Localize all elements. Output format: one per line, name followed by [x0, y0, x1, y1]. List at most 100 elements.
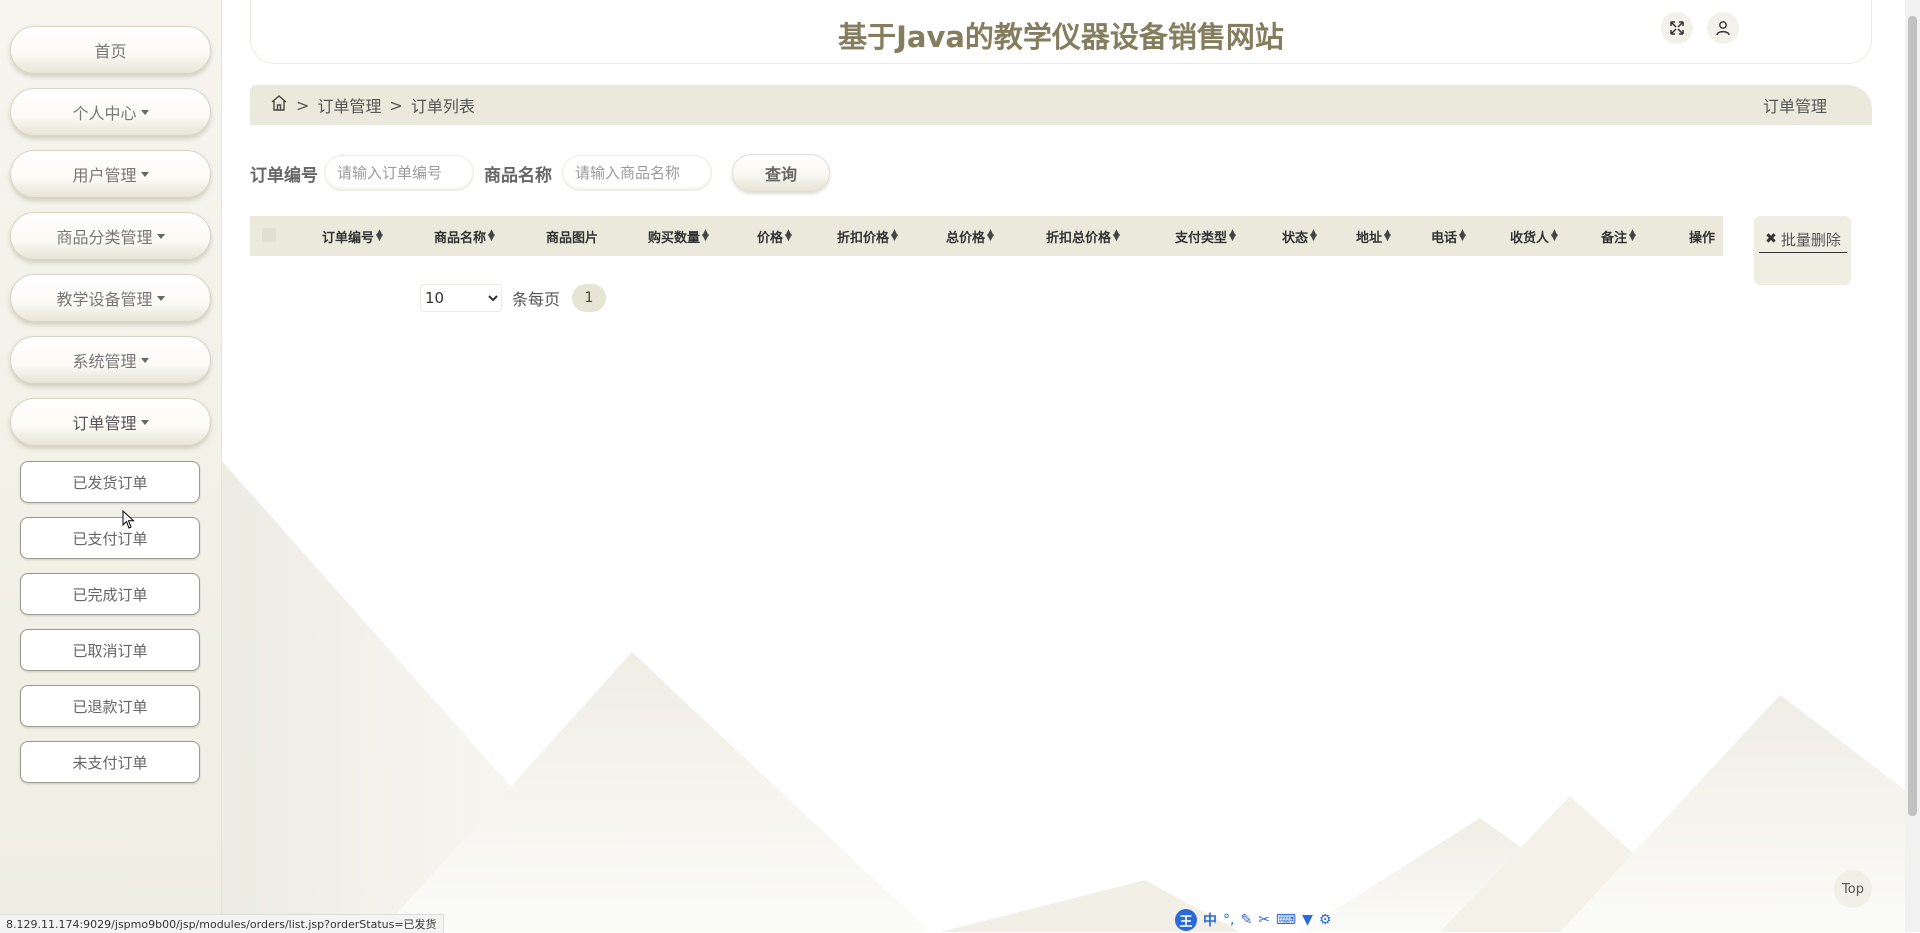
submenu-label: 未支付订单	[72, 753, 148, 772]
column-header-goods-name[interactable]: 商品名称 ▲ ▼	[434, 216, 495, 256]
submenu-label: 已支付订单	[72, 529, 148, 548]
caret-down-icon	[140, 357, 149, 363]
batch-delete-label: 批量删除	[1780, 230, 1841, 249]
sidebar-item-order-management[interactable]: 订单管理	[10, 398, 211, 446]
scrollbar-thumb[interactable]	[1908, 16, 1917, 816]
sort-icon: ▲ ▼	[702, 228, 709, 243]
sort-icon: ▲ ▼	[1384, 228, 1391, 243]
sort-icon: ▲ ▼	[891, 228, 898, 243]
sort-icon: ▲ ▼	[1551, 228, 1558, 243]
sort-icon: ▲ ▼	[1310, 228, 1317, 243]
goods-name-input[interactable]	[562, 155, 712, 191]
sidebar-item-system-management[interactable]: 系统管理	[10, 336, 211, 384]
column-header-discount-total[interactable]: 折扣总价格 ▲ ▼	[1046, 216, 1120, 256]
caret-down-icon	[140, 171, 149, 177]
order-no-input[interactable]	[324, 155, 474, 191]
column-header-address[interactable]: 地址 ▲ ▼	[1356, 216, 1391, 256]
breadcrumb-separator: >	[389, 95, 403, 115]
close-icon: ✖	[1765, 231, 1777, 247]
submenu-label: 已完成订单	[72, 585, 148, 604]
sidebar-item-user-management[interactable]: 用户管理	[10, 150, 211, 198]
select-all-checkbox[interactable]	[262, 228, 276, 242]
search-form: 订单编号 商品名称 查询	[250, 153, 830, 193]
column-header-goods-image: 商品图片	[546, 230, 599, 246]
sort-icon: ▲ ▼	[1229, 228, 1236, 243]
column-header-price[interactable]: 价格 ▲ ▼	[757, 216, 792, 256]
back-to-top-button[interactable]: Top	[1834, 870, 1872, 908]
page-size-select[interactable]: 10	[420, 284, 502, 312]
breadcrumb-order-management[interactable]: 订单管理	[317, 93, 381, 117]
caret-down-icon	[140, 109, 149, 115]
submenu-cancelled-orders[interactable]: 已取消订单	[20, 629, 200, 671]
sidebar-item-label: 用户管理	[72, 166, 137, 185]
submenu-refunded-orders[interactable]: 已退款订单	[20, 685, 200, 727]
page-number-button[interactable]: 1	[572, 284, 607, 312]
column-header-payment-type[interactable]: 支付类型 ▲ ▼	[1175, 216, 1236, 256]
pen-icon[interactable]: ✎	[1240, 912, 1252, 928]
gear-icon[interactable]: ⚙	[1319, 912, 1332, 928]
sidebar-item-category-management[interactable]: 商品分类管理	[10, 212, 211, 260]
sidebar-item-label: 系统管理	[72, 352, 137, 371]
sidebar-item-label: 个人中心	[72, 104, 137, 123]
column-header-total-price[interactable]: 总价格 ▲ ▼	[946, 216, 994, 256]
background-mountains	[221, 460, 1905, 932]
ime-mode[interactable]: 中	[1203, 910, 1217, 930]
submenu-paid-orders[interactable]: 已支付订单	[20, 517, 200, 559]
per-page-label: 条每页	[512, 290, 561, 309]
sort-icon: ▲ ▼	[1459, 228, 1466, 243]
ime-logo-icon[interactable]: 王	[1175, 909, 1197, 931]
sidebar-item-label: 首页	[94, 42, 127, 61]
status-bar-url: 8.129.11.174:9029/jspmo9b00/jsp/modules/…	[0, 914, 444, 933]
column-header-phone[interactable]: 电话 ▲ ▼	[1431, 216, 1466, 256]
user-icon[interactable]	[1707, 12, 1739, 44]
fullscreen-icon[interactable]	[1661, 12, 1693, 44]
top-header: 基于Java的教学仪器设备销售网站	[250, 0, 1872, 64]
home-icon[interactable]	[270, 94, 288, 116]
sort-icon: ▲ ▼	[987, 228, 994, 243]
column-header-remark[interactable]: 备注 ▲ ▼	[1601, 216, 1636, 256]
column-header-order-no[interactable]: 订单编号 ▲ ▼	[322, 216, 383, 256]
batch-delete-button[interactable]: ✖ 批量删除	[1754, 216, 1851, 285]
mouse-cursor-icon	[122, 510, 135, 529]
goods-name-label: 商品名称	[484, 165, 552, 186]
sort-icon: ▲ ▼	[376, 228, 383, 243]
keyboard-icon[interactable]: ⌨	[1276, 912, 1296, 928]
scrollbar[interactable]	[1905, 0, 1920, 932]
sidebar-item-label: 商品分类管理	[56, 228, 153, 247]
punctuation-icon[interactable]: °,	[1223, 912, 1234, 928]
sort-icon: ▲ ▼	[488, 228, 495, 243]
scissors-icon[interactable]: ✂	[1258, 912, 1270, 928]
sort-icon: ▲ ▼	[1629, 228, 1636, 243]
sidebar-item-label: 订单管理	[72, 414, 137, 433]
query-button[interactable]: 查询	[732, 154, 830, 192]
column-header-status[interactable]: 状态 ▲ ▼	[1282, 216, 1317, 256]
breadcrumb: > 订单管理 > 订单列表	[270, 85, 475, 125]
breadcrumb-current-module: 订单管理	[1762, 97, 1827, 116]
table-header: 订单编号 ▲ ▼ 商品名称 ▲ ▼ 商品图片 购买数量 ▲ ▼ 价格 ▲ ▼ 折扣价格 ▲ ▼ 总价…	[250, 216, 1723, 256]
order-no-label: 订单编号	[250, 165, 318, 186]
column-header-receiver[interactable]: 收货人 ▲ ▼	[1510, 216, 1558, 256]
caret-down-icon	[156, 295, 165, 301]
sidebar-item-home[interactable]: 首页	[10, 26, 211, 74]
caret-down-icon	[156, 233, 165, 239]
submenu-shipped-orders[interactable]: 已发货订单	[20, 461, 200, 503]
sidebar-item-equipment-management[interactable]: 教学设备管理	[10, 274, 211, 322]
submenu-label: 已取消订单	[72, 641, 148, 660]
ime-toolbar: 王 中 °, ✎ ✂ ⌨ ▼ ⚙	[1175, 909, 1331, 931]
submenu-label: 已退款订单	[72, 697, 148, 716]
sort-icon: ▲ ▼	[785, 228, 792, 243]
sort-icon: ▲ ▼	[1113, 228, 1120, 243]
submenu-label: 已发货订单	[72, 473, 148, 492]
breadcrumb-separator: >	[296, 95, 310, 115]
caret-down-icon	[140, 419, 149, 425]
sidebar: 首页 个人中心 用户管理 商品分类管理 教学设备管理 系统管理 订单管理 已发货…	[0, 0, 222, 932]
column-header-actions: 操作	[1689, 230, 1716, 246]
column-header-discount-price[interactable]: 折扣价格 ▲ ▼	[837, 216, 898, 256]
breadcrumb-bar: > 订单管理 > 订单列表 订单管理	[250, 85, 1872, 125]
shirt-icon[interactable]: ▼	[1302, 912, 1313, 928]
breadcrumb-order-list: 订单列表	[410, 97, 475, 116]
column-header-quantity[interactable]: 购买数量 ▲ ▼	[648, 216, 709, 256]
submenu-completed-orders[interactable]: 已完成订单	[20, 573, 200, 615]
sidebar-item-personal-center[interactable]: 个人中心	[10, 88, 211, 136]
submenu-unpaid-orders[interactable]: 未支付订单	[20, 741, 200, 783]
